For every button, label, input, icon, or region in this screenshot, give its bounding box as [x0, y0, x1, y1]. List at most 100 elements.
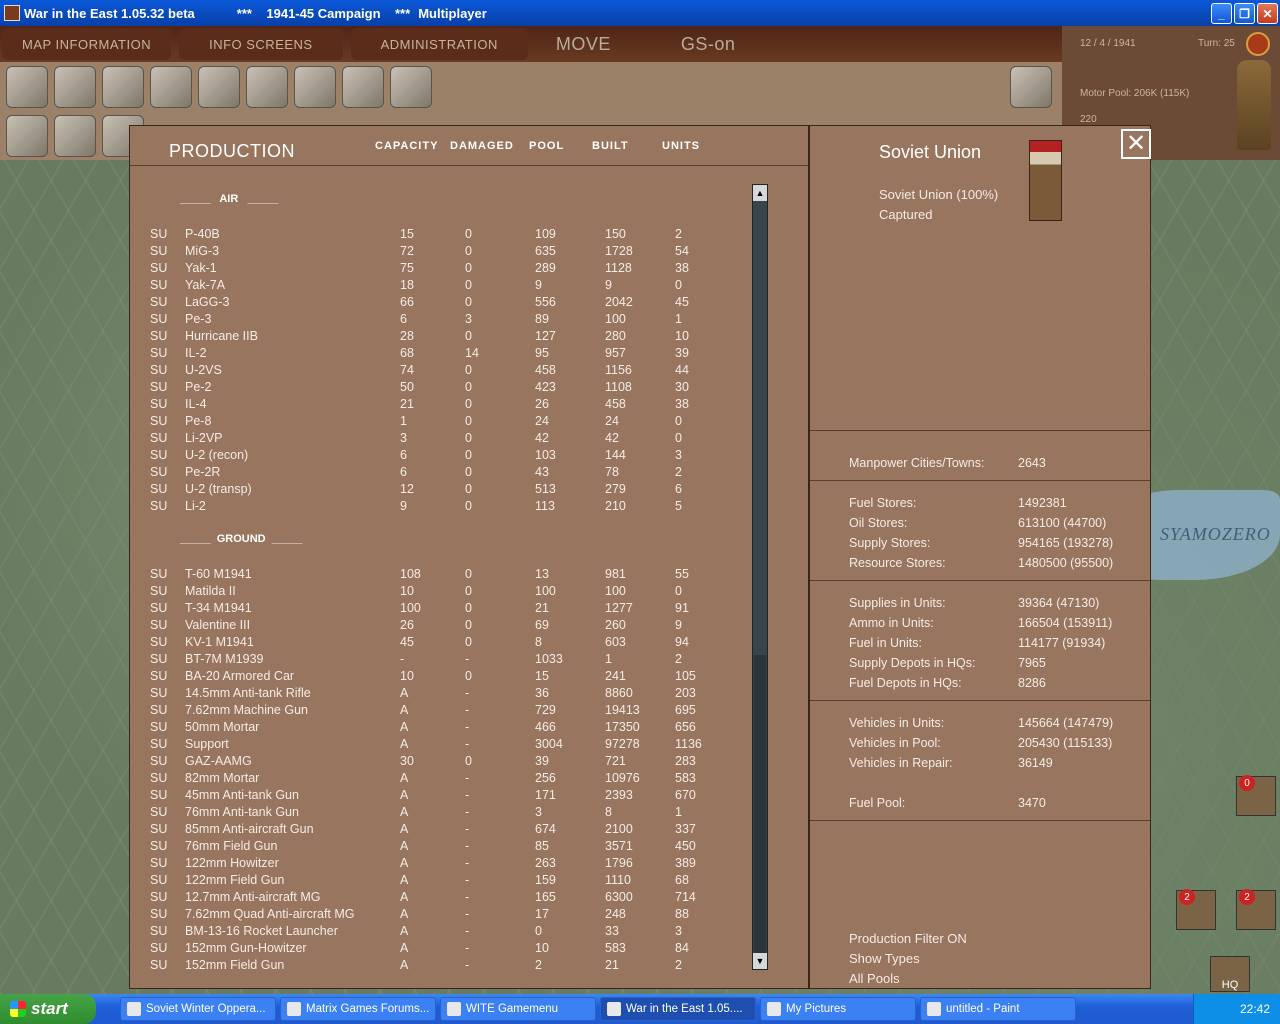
- table-row[interactable]: SU Pe-3 6 3 89 100 1: [130, 312, 750, 329]
- toolbar-icon-11[interactable]: [54, 115, 96, 157]
- unit-counter[interactable]: 2: [1236, 889, 1276, 930]
- start-button[interactable]: start: [0, 994, 96, 1024]
- task-item[interactable]: WITE Gamemenu: [440, 997, 596, 1021]
- table-row[interactable]: SU GAZ-AAMG 30 0 39 721 283: [130, 754, 750, 771]
- toolbar-icon-7[interactable]: [294, 66, 336, 108]
- toolbar-icon-6[interactable]: [246, 66, 288, 108]
- all-pools-toggle[interactable]: All Pools: [849, 971, 900, 986]
- table-row[interactable]: SU BA-20 Armored Car 10 0 15 241 105: [130, 669, 750, 686]
- stat-label: Vehicles in Units:: [849, 716, 945, 730]
- table-row[interactable]: SU KV-1 M1941 45 0 8 603 94: [130, 635, 750, 652]
- table-cell: A: [400, 822, 409, 836]
- table-row[interactable]: SU T-34 M1941 100 0 21 1277 91: [130, 601, 750, 618]
- unit-counter[interactable]: 2: [1176, 889, 1216, 930]
- table-row[interactable]: SU Pe-2 50 0 423 1108 30: [130, 380, 750, 397]
- table-row[interactable]: SU 82mm Mortar A - 256 10976 583: [130, 771, 750, 788]
- task-item[interactable]: Matrix Games Forums...: [280, 997, 436, 1021]
- task-item-active[interactable]: War in the East 1.05....: [600, 997, 756, 1021]
- table-row[interactable]: SU P-40B 15 0 109 150 2: [130, 227, 750, 244]
- table-row[interactable]: SU Valentine III 26 0 69 260 9: [130, 618, 750, 635]
- table-row[interactable]: SU BM-13-16 Rocket Launcher A -0 33 3: [130, 924, 750, 941]
- minimize-button[interactable]: _: [1211, 3, 1232, 24]
- table-cell: -: [465, 771, 470, 785]
- table-row[interactable]: SU T-60 M1941 108 0 13 981 55: [130, 567, 750, 584]
- table-row[interactable]: SU Support A - 3004 97278 1136: [130, 737, 750, 754]
- toolbar-icon-5[interactable]: [198, 66, 240, 108]
- scroll-thumb[interactable]: [754, 655, 766, 955]
- scroll-up-arrow-icon[interactable]: ▲: [753, 185, 767, 201]
- table-cell: 0: [465, 601, 472, 615]
- table-row[interactable]: SU Pe-8 1 0 24 24 0: [130, 414, 750, 431]
- hq-counter[interactable]: HQ: [1210, 956, 1250, 992]
- col-units[interactable]: UNITS: [662, 140, 700, 152]
- table-row[interactable]: SU 45mm Anti-tank Gun A - 171 2393 670: [130, 788, 750, 805]
- table-row[interactable]: SU 50mm Mortar A - 466 17350 656: [130, 720, 750, 737]
- table-cell: 2: [675, 652, 682, 666]
- gs-toggle[interactable]: GS-on: [661, 28, 756, 60]
- table-row[interactable]: SU 76mm Anti-tank Gun A - 3 8 1: [130, 805, 750, 822]
- menu-administration[interactable]: ADMINISTRATION: [350, 28, 528, 60]
- table-cell: 9: [535, 278, 542, 292]
- ie-icon: [127, 1002, 141, 1016]
- table-row[interactable]: SU BT-7M M1939 - - 1033 1 2: [130, 652, 750, 669]
- task-item[interactable]: untitled - Paint: [920, 997, 1076, 1021]
- production-scrollbar[interactable]: ▲ ▼: [752, 184, 768, 970]
- table-cell: 0: [675, 584, 682, 598]
- table-cell: 0: [465, 448, 472, 462]
- table-row[interactable]: SU MiG-3 72 0 635 1728 54: [130, 244, 750, 261]
- table-row[interactable]: SU LaGG-3 66 0 556 2042 45: [130, 295, 750, 312]
- table-cell: 0: [675, 414, 682, 428]
- table-row[interactable]: SU 12.7mm Anti-aircraft MG A - 165 6300 714: [130, 890, 750, 907]
- toolbar-icon-3[interactable]: [102, 66, 144, 108]
- table-row[interactable]: SU Pe-2R 6 0 43 78 2: [130, 465, 750, 482]
- table-row[interactable]: SU Yak-1 75 0 289 1128 38: [130, 261, 750, 278]
- phase-move[interactable]: MOVE: [536, 28, 631, 60]
- table-row[interactable]: SU 7.62mm Machine Gun A - 729 19413 695: [130, 703, 750, 720]
- scroll-down-arrow-icon[interactable]: ▼: [753, 953, 767, 969]
- toolbar-icon-4[interactable]: [150, 66, 192, 108]
- col-damaged[interactable]: DAMAGED: [450, 140, 514, 152]
- toolbar-icon-1[interactable]: [6, 66, 48, 108]
- table-row[interactable]: SU U-2VS 74 0 458 1156 44: [130, 363, 750, 380]
- unit-counter[interactable]: 0: [1236, 775, 1276, 816]
- show-types-toggle[interactable]: Show Types: [849, 951, 920, 966]
- table-row[interactable]: SU 122mm Howitzer A - 263 1796 389: [130, 856, 750, 873]
- col-capacity[interactable]: CAPACITY: [375, 140, 438, 152]
- close-icon[interactable]: ✕: [1121, 129, 1151, 159]
- table-row[interactable]: SU 122mm Field Gun A - 159 1110 68: [130, 873, 750, 890]
- menu-map-information[interactable]: MAP INFORMATION: [2, 28, 172, 60]
- table-row[interactable]: SU Li-2 9 0 113 210 5: [130, 499, 750, 516]
- table-row[interactable]: SU Li-2VP 3 0 42 42 0: [130, 431, 750, 448]
- window-title-bar[interactable]: War in the East 1.05.32 beta *** 1941-45…: [0, 0, 1280, 26]
- table-row[interactable]: SU Yak-7A 18 0 9 9 0: [130, 278, 750, 295]
- table-row[interactable]: SU 76mm Field Gun A - 85 3571 450: [130, 839, 750, 856]
- toolbar-icon-9[interactable]: [390, 66, 432, 108]
- table-cell: 38: [675, 261, 689, 275]
- task-item[interactable]: My Pictures: [760, 997, 916, 1021]
- table-row[interactable]: SU 85mm Anti-aircraft Gun A - 674 2100 337: [130, 822, 750, 839]
- production-title: PRODUCTION: [169, 141, 295, 161]
- toolbar-icon-8[interactable]: [342, 66, 384, 108]
- col-pool[interactable]: POOL: [529, 140, 564, 152]
- table-cell: 0: [465, 227, 472, 241]
- table-row[interactable]: SU IL-2 68 14 95 957 39: [130, 346, 750, 363]
- table-row[interactable]: SU 152mm Gun-Howitzer A - 10 583 84: [130, 941, 750, 958]
- table-row[interactable]: SU U-2 (recon) 6 0 103 144 3: [130, 448, 750, 465]
- table-row[interactable]: SU IL-4 21 0 26 458 38: [130, 397, 750, 414]
- task-item[interactable]: Soviet Winter Oppera...: [120, 997, 276, 1021]
- col-built[interactable]: BUILT: [592, 140, 629, 152]
- menu-info-screens[interactable]: INFO SCREENS: [179, 28, 343, 60]
- close-window-button[interactable]: ✕: [1257, 3, 1278, 24]
- table-row[interactable]: SU 152mm Field Gun A - 2 21 2: [130, 958, 750, 975]
- table-row[interactable]: SU U-2 (transp) 12 0 513 279 6: [130, 482, 750, 499]
- toolbar-icon-2[interactable]: [54, 66, 96, 108]
- toolbar-icon-right[interactable]: [1010, 66, 1052, 108]
- table-row[interactable]: SU Matilda II 10 0 100 100 0: [130, 584, 750, 601]
- table-cell: 39: [675, 346, 689, 360]
- production-filter-toggle[interactable]: Production Filter ON: [849, 931, 967, 946]
- toolbar-icon-10[interactable]: [6, 115, 48, 157]
- table-row[interactable]: SU Hurricane IIB 28 0 127 280 10: [130, 329, 750, 346]
- restore-button[interactable]: ❐: [1234, 3, 1255, 24]
- table-row[interactable]: SU 7.62mm Quad Anti-aircraft MG A - 17 248 88: [130, 907, 750, 924]
- table-row[interactable]: SU 14.5mm Anti-tank Rifle A - 36 8860 203: [130, 686, 750, 703]
